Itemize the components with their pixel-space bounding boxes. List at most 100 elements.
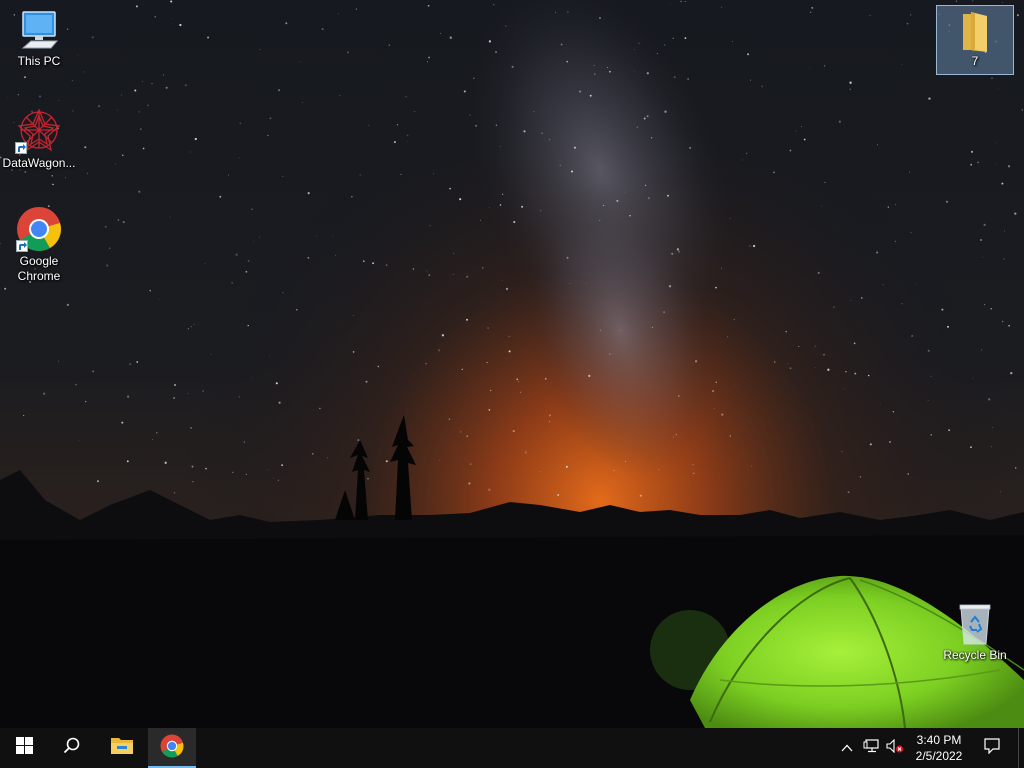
- star: [142, 81, 144, 83]
- star: [746, 152, 748, 155]
- start-button[interactable]: [0, 728, 48, 768]
- star: [192, 481, 194, 483]
- star: [1003, 258, 1005, 260]
- star: [849, 81, 852, 84]
- star: [190, 427, 192, 429]
- star: [463, 90, 466, 93]
- star: [466, 318, 468, 321]
- star: [560, 43, 563, 46]
- star: [639, 494, 642, 497]
- star: [77, 54, 79, 56]
- star: [977, 161, 979, 164]
- star: [656, 53, 658, 55]
- star: [869, 443, 872, 446]
- star: [272, 477, 274, 479]
- star: [453, 252, 455, 254]
- star: [78, 440, 80, 441]
- star: [585, 282, 587, 284]
- taskbar-google-chrome[interactable]: [148, 728, 196, 768]
- star: [751, 465, 752, 467]
- star: [861, 297, 863, 299]
- star: [17, 93, 20, 96]
- star: [620, 329, 622, 331]
- star: [647, 197, 650, 200]
- star: [715, 381, 718, 384]
- desktop-icon-recycle-bin[interactable]: Recycle Bin: [937, 602, 1013, 663]
- shortcut-arrow-icon: [16, 240, 28, 252]
- star: [927, 349, 930, 352]
- star: [521, 205, 524, 208]
- star: [302, 102, 304, 104]
- star: [190, 326, 192, 328]
- windows-logo-icon: [15, 737, 33, 759]
- star: [559, 164, 561, 166]
- star: [714, 407, 715, 409]
- star: [589, 94, 592, 97]
- star: [711, 390, 715, 393]
- desktop-icon-this-pc[interactable]: This PC: [1, 8, 77, 69]
- star: [134, 89, 137, 92]
- star: [999, 491, 1002, 493]
- star: [803, 138, 806, 141]
- star: [608, 353, 611, 355]
- desktop-icon-datawagon[interactable]: DataWagon...: [1, 106, 77, 171]
- star: [548, 414, 552, 417]
- star: [71, 80, 73, 82]
- star: [513, 220, 516, 224]
- star: [162, 74, 165, 76]
- star: [335, 254, 337, 256]
- desktop-icon-folder-7[interactable]: 7: [936, 5, 1014, 75]
- star: [184, 84, 187, 87]
- star: [109, 247, 111, 249]
- star: [173, 397, 175, 399]
- star: [854, 372, 857, 375]
- star: [516, 378, 519, 381]
- star: [774, 361, 776, 363]
- star: [488, 409, 491, 411]
- desktop-icon-google-chrome[interactable]: Google Chrome: [1, 206, 77, 284]
- search-button[interactable]: [48, 728, 96, 768]
- star: [801, 126, 802, 128]
- star: [664, 110, 667, 113]
- network-button[interactable]: [860, 728, 882, 768]
- star: [96, 480, 100, 483]
- star: [172, 18, 174, 20]
- tray-overflow-button[interactable]: [836, 728, 858, 768]
- star: [838, 120, 841, 123]
- star: [426, 61, 429, 63]
- star: [51, 175, 53, 177]
- star: [23, 415, 25, 417]
- star: [693, 472, 695, 474]
- star: [694, 360, 698, 363]
- star: [941, 308, 944, 311]
- star: [544, 377, 547, 380]
- star: [997, 88, 999, 90]
- label-line: Google: [19, 254, 59, 268]
- star: [210, 353, 212, 355]
- star: [629, 214, 631, 217]
- show-desktop-button[interactable]: [1018, 728, 1024, 768]
- star: [566, 256, 569, 259]
- clock[interactable]: 3:40 PM 2/5/2022: [902, 728, 976, 768]
- star: [147, 104, 149, 107]
- star: [365, 380, 368, 383]
- star: [880, 402, 881, 404]
- star: [680, 0, 682, 3]
- star: [675, 434, 677, 436]
- taskbar-file-explorer[interactable]: [98, 728, 146, 768]
- star: [983, 223, 986, 227]
- star: [684, 1, 686, 2]
- network-icon: [863, 738, 879, 758]
- action-center-button[interactable]: [978, 728, 1006, 768]
- star: [207, 36, 210, 39]
- star: [608, 70, 611, 73]
- star: [948, 429, 951, 432]
- star: [1021, 109, 1023, 111]
- star: [1001, 182, 1004, 185]
- star: [191, 465, 194, 468]
- action-center-icon: [984, 737, 1000, 759]
- star: [721, 413, 724, 416]
- star: [947, 325, 949, 328]
- star: [194, 137, 197, 141]
- computer-icon: [17, 8, 61, 52]
